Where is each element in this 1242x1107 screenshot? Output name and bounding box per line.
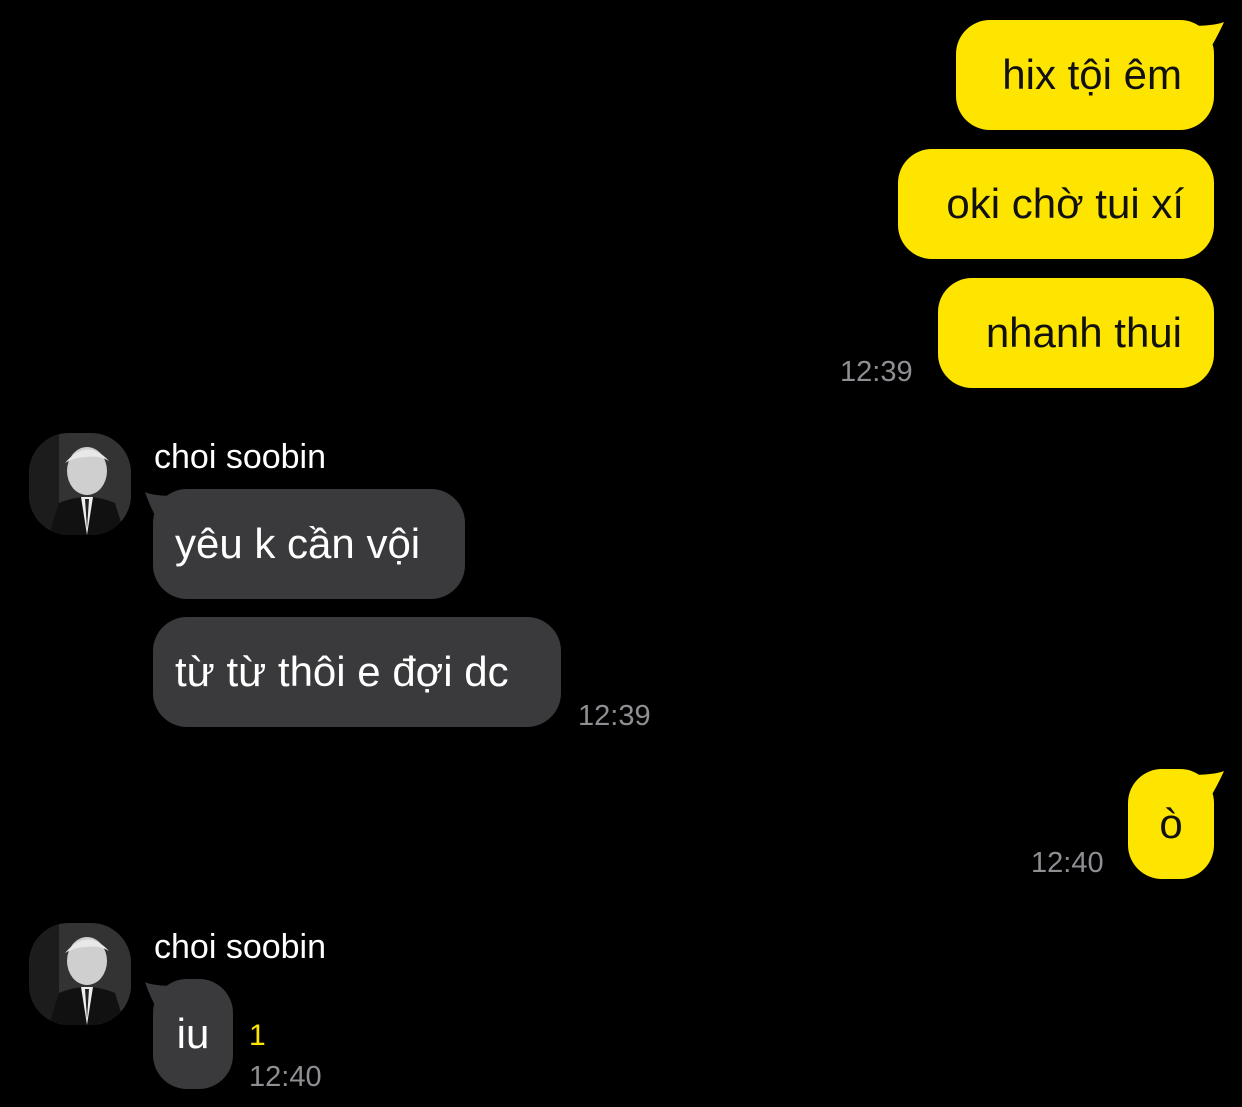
avatar[interactable] bbox=[29, 923, 131, 1025]
message-text: yêu k cần vội bbox=[175, 520, 421, 567]
message-text: oki chờ tui xí bbox=[946, 180, 1184, 227]
outgoing-message[interactable]: ò bbox=[1128, 769, 1214, 879]
outgoing-message[interactable]: oki chờ tui xí bbox=[898, 149, 1214, 259]
profile-photo-icon bbox=[29, 433, 131, 535]
incoming-message[interactable]: yêu k cần vội bbox=[153, 489, 465, 599]
message-text: từ từ thôi e đợi dc bbox=[175, 648, 509, 695]
outgoing-message[interactable]: hix tội êm bbox=[956, 20, 1214, 130]
message-text: hix tội êm bbox=[1002, 51, 1182, 98]
message-text: ò bbox=[1159, 800, 1183, 847]
message-text: iu bbox=[176, 1010, 210, 1057]
message-timestamp: 12:40 bbox=[1031, 847, 1104, 879]
incoming-message[interactable]: iu bbox=[153, 979, 233, 1089]
message-timestamp: 12:39 bbox=[578, 700, 651, 732]
message-text: nhanh thui bbox=[985, 309, 1182, 356]
profile-photo-icon bbox=[29, 923, 131, 1025]
message-timestamp: 12:40 bbox=[249, 1061, 322, 1093]
message-timestamp: 12:39 bbox=[840, 356, 913, 388]
unread-count: 1 bbox=[249, 1019, 266, 1052]
incoming-message[interactable]: từ từ thôi e đợi dc bbox=[153, 617, 561, 727]
sender-name: choi soobin bbox=[154, 438, 327, 476]
outgoing-message[interactable]: nhanh thui bbox=[938, 278, 1214, 388]
sender-name: choi soobin bbox=[154, 928, 327, 966]
avatar[interactable] bbox=[29, 433, 131, 535]
